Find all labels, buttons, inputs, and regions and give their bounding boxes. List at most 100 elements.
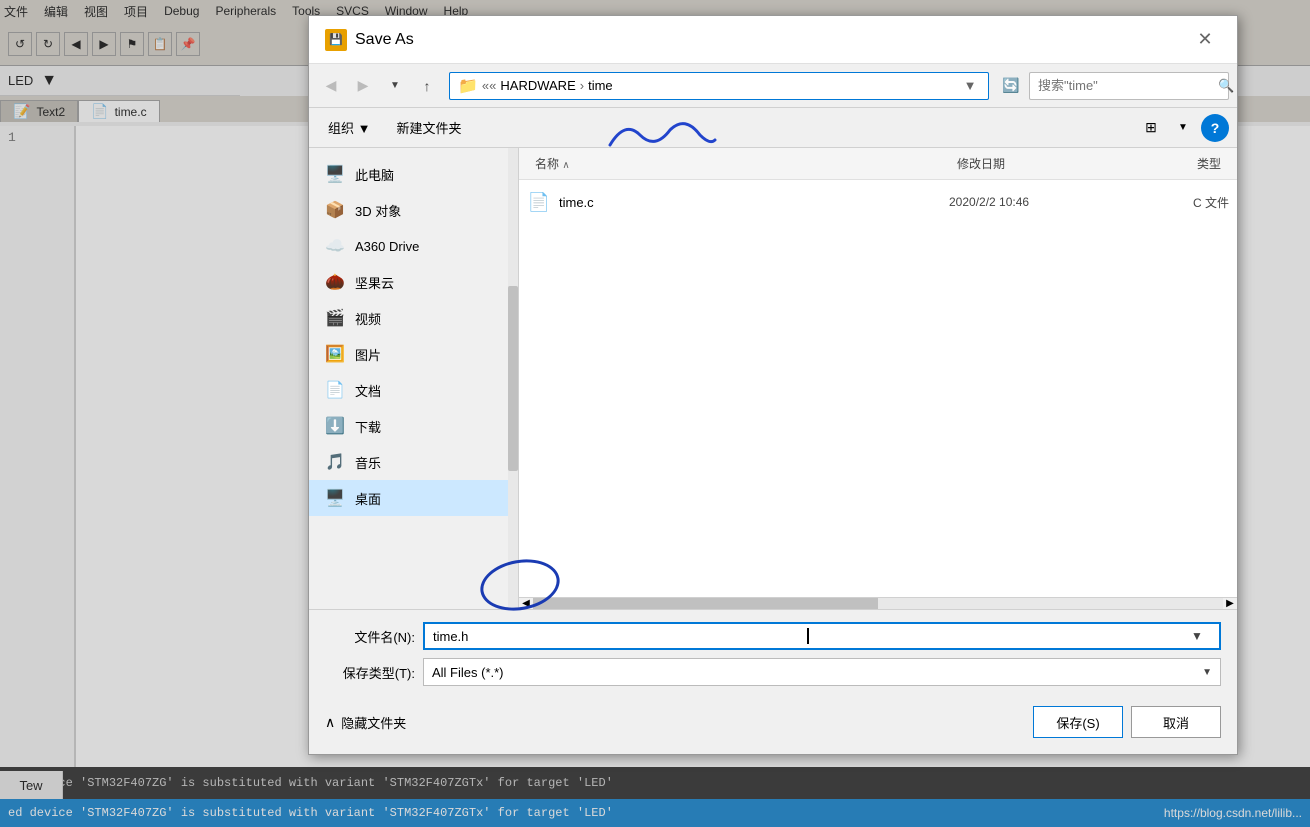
nav-documents-icon: 📄	[325, 380, 345, 400]
nav-downloads-label: 下载	[355, 417, 381, 436]
path-time: time	[588, 78, 613, 93]
h-scrollbar-thumb	[533, 598, 878, 610]
nav-up-button[interactable]: ↑	[413, 72, 441, 100]
filename-caret	[807, 628, 809, 644]
filename-row: 文件名(N): time.h ▼	[325, 622, 1221, 650]
left-panel-scrollbar[interactable]	[508, 148, 518, 609]
nav-computer-icon: 🖥️	[325, 164, 345, 184]
dialog-content: 🖥️ 此电脑 📦 3D 对象 ☁️ A360 Drive 🌰 坚果云 🎬 视频 …	[309, 148, 1237, 609]
filetype-select[interactable]: All Files (*.*) ▼	[423, 658, 1221, 686]
h-scrollbar-track[interactable]	[533, 598, 1223, 610]
nav-a360-icon: ☁️	[325, 236, 345, 256]
nav-item-downloads[interactable]: ⬇️ 下载	[309, 408, 518, 444]
nav-3d-label: 3D 对象	[355, 201, 401, 220]
nav-nutstore-icon: 🌰	[325, 272, 345, 292]
save-button[interactable]: 保存(S)	[1033, 706, 1123, 738]
filetype-value: All Files (*.*)	[432, 665, 1202, 680]
dialog-title: Save As	[355, 31, 1181, 49]
nav-item-desktop[interactable]: 🖥️ 桌面	[309, 480, 518, 516]
h-scrollbar-left-button[interactable]: ◀	[519, 598, 533, 609]
organize-button[interactable]: 组织 ▼	[317, 114, 381, 142]
nav-item-music[interactable]: 🎵 音乐	[309, 444, 518, 480]
nav-downloads-icon: ⬇️	[325, 416, 345, 436]
new-folder-button[interactable]: 新建文件夹	[385, 114, 472, 142]
nav-item-nutstore[interactable]: 🌰 坚果云	[309, 264, 518, 300]
search-box[interactable]: 🔍	[1029, 72, 1229, 100]
nav-item-documents[interactable]: 📄 文档	[309, 372, 518, 408]
path-dropdown-button[interactable]: ▼	[960, 72, 980, 100]
file-icon-time-c: 📄	[527, 190, 551, 214]
nav-video-label: 视频	[355, 309, 381, 328]
h-scrollbar[interactable]: ◀ ▶	[519, 597, 1237, 609]
col-header-type[interactable]: 类型	[1129, 155, 1229, 172]
left-panel-scrollbar-thumb	[508, 286, 518, 470]
cancel-button[interactable]: 取消	[1131, 706, 1221, 738]
hide-folders-label: 隐藏文件夹	[341, 713, 406, 732]
col-header-name[interactable]: 名称 ∧	[527, 155, 949, 172]
dialog-form: 文件名(N): time.h ▼ 保存类型(T): All Files (*.*…	[309, 609, 1237, 706]
sort-arrow: ∧	[562, 160, 569, 171]
hide-folders-icon: ∧	[325, 714, 335, 731]
search-input[interactable]	[1038, 78, 1214, 93]
dialog-actions: ∧ 隐藏文件夹 保存(S) 取消	[309, 706, 1237, 754]
filename-value: time.h	[433, 629, 807, 644]
filename-input-container[interactable]: time.h ▼	[423, 622, 1221, 650]
nav-pictures-icon: 🖼️	[325, 344, 345, 364]
right-panel: 名称 ∧ 修改日期 类型 📄 time.c 2020/2/2 10:46 C 文…	[519, 148, 1237, 609]
view-dropdown-button[interactable]: ▼	[1169, 114, 1197, 142]
hide-folders-toggle[interactable]: ∧ 隐藏文件夹	[325, 713, 406, 732]
search-icon: 🔍	[1218, 78, 1234, 94]
nav-forward-button[interactable]: ▶	[349, 72, 377, 100]
path-hardware: HARDWARE	[500, 78, 575, 93]
nav-item-computer[interactable]: 🖥️ 此电脑	[309, 156, 518, 192]
nav-music-icon: 🎵	[325, 452, 345, 472]
filename-label: 文件名(N):	[325, 627, 415, 646]
path-separator-2: ›	[580, 78, 584, 93]
dialog-title-icon: 💾	[325, 29, 347, 51]
table-row[interactable]: 📄 time.c 2020/2/2 10:46 C 文件	[519, 184, 1237, 220]
nav-item-a360[interactable]: ☁️ A360 Drive	[309, 228, 518, 264]
nav-back-button[interactable]: ◀	[317, 72, 345, 100]
filename-dropdown-button[interactable]: ▼	[1183, 622, 1211, 650]
file-list-body: 📄 time.c 2020/2/2 10:46 C 文件	[519, 180, 1237, 597]
path-separator-1: ««	[482, 78, 496, 93]
nav-a360-label: A360 Drive	[355, 239, 419, 254]
file-name-time-c: time.c	[559, 195, 949, 210]
left-panel: 🖥️ 此电脑 📦 3D 对象 ☁️ A360 Drive 🌰 坚果云 🎬 视频 …	[309, 148, 519, 609]
path-bar[interactable]: 📁 «« HARDWARE › time ▼	[449, 72, 989, 100]
nav-item-video[interactable]: 🎬 视频	[309, 300, 518, 336]
nav-nutstore-label: 坚果云	[355, 273, 394, 292]
nav-documents-label: 文档	[355, 381, 381, 400]
dialog-toolbar2: 组织 ▼ 新建文件夹 ⊞ ▼ ?	[309, 108, 1237, 148]
path-folder-icon: 📁	[458, 76, 478, 96]
filetype-label: 保存类型(T):	[325, 663, 415, 682]
nav-desktop-label: 桌面	[355, 489, 381, 508]
dialog-navbar: ◀ ▶ ▼ ↑ 📁 «« HARDWARE › time ▼ 🔄 🔍	[309, 64, 1237, 108]
nav-desktop-icon: 🖥️	[325, 488, 345, 508]
nav-music-label: 音乐	[355, 453, 381, 472]
file-list-header: 名称 ∧ 修改日期 类型	[519, 148, 1237, 180]
toolbar2-right: ⊞ ▼ ?	[1137, 114, 1229, 142]
nav-dropdown-button[interactable]: ▼	[381, 72, 409, 100]
nav-item-pictures[interactable]: 🖼️ 图片	[309, 336, 518, 372]
nav-item-3d[interactable]: 📦 3D 对象	[309, 192, 518, 228]
filetype-row: 保存类型(T): All Files (*.*) ▼	[325, 658, 1221, 686]
save-as-dialog: 💾 Save As ✕ ◀ ▶ ▼ ↑ 📁 «« HARDWARE › time…	[308, 15, 1238, 755]
filetype-dropdown-icon: ▼	[1202, 667, 1212, 678]
file-date-time-c: 2020/2/2 10:46	[949, 195, 1129, 209]
dialog-close-button[interactable]: ✕	[1189, 24, 1221, 56]
dialog-titlebar: 💾 Save As ✕	[309, 16, 1237, 64]
nav-video-icon: 🎬	[325, 308, 345, 328]
col-header-date[interactable]: 修改日期	[949, 155, 1129, 172]
action-buttons: 保存(S) 取消	[1033, 706, 1221, 738]
h-scrollbar-right-button[interactable]: ▶	[1223, 598, 1237, 609]
nav-computer-label: 此电脑	[355, 165, 394, 184]
nav-pictures-label: 图片	[355, 345, 381, 364]
new-folder-label: 新建文件夹	[396, 118, 461, 137]
help-button[interactable]: ?	[1201, 114, 1229, 142]
file-type-time-c: C 文件	[1129, 194, 1229, 211]
nav-3d-icon: 📦	[325, 200, 345, 220]
view-mode-button[interactable]: ⊞	[1137, 114, 1165, 142]
organize-label: 组织 ▼	[328, 118, 370, 137]
path-refresh-button[interactable]: 🔄	[997, 72, 1025, 100]
